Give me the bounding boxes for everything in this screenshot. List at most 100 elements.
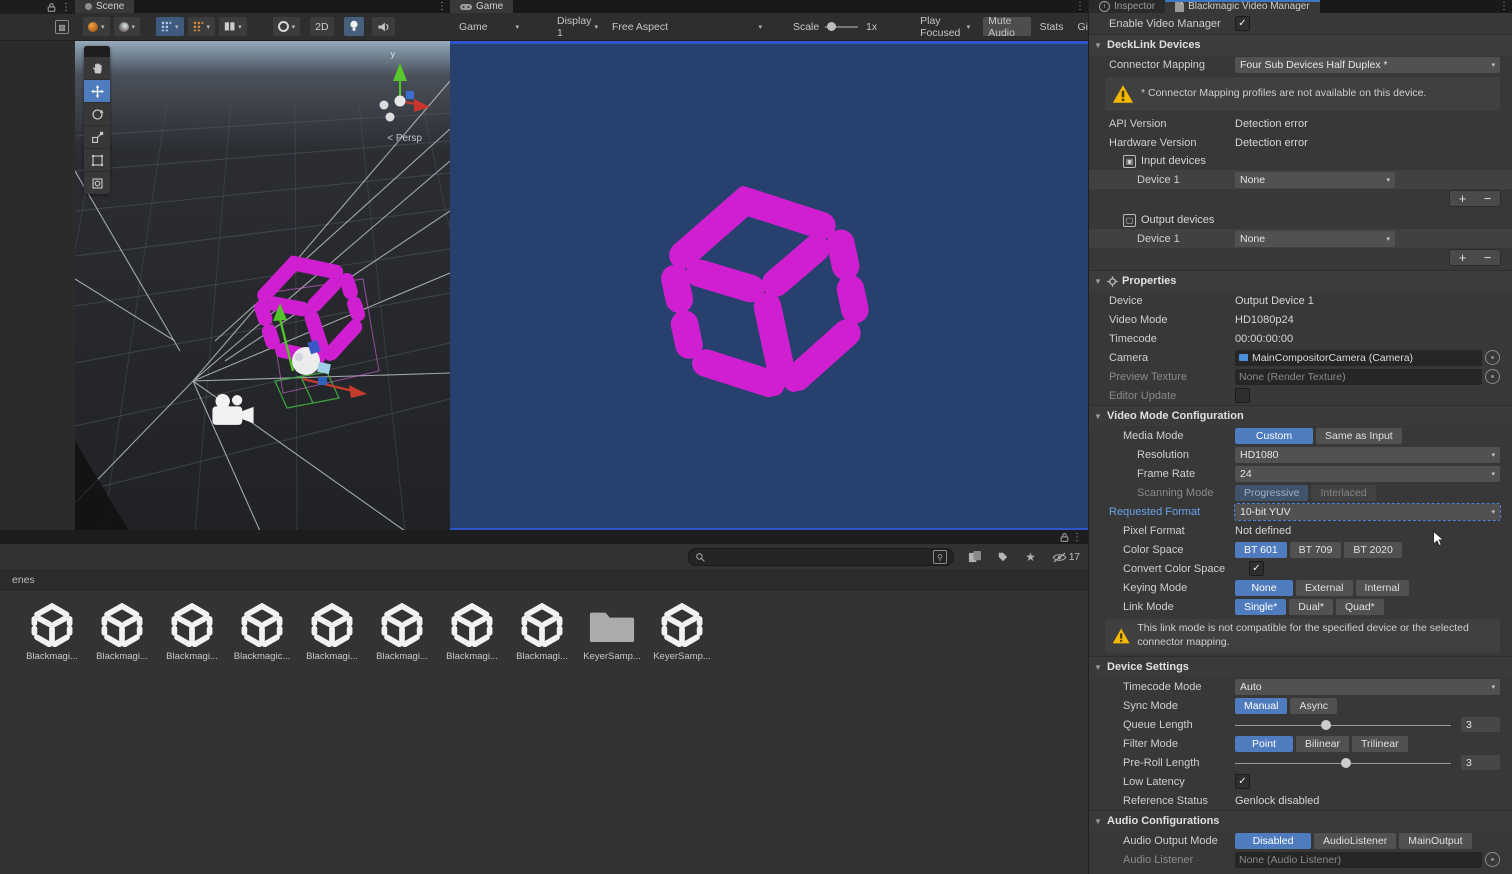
enable-video-manager-checkbox[interactable]: ✓ — [1235, 16, 1250, 31]
project-breadcrumb[interactable]: enes — [0, 571, 1088, 590]
keying-mode-internal-button[interactable]: Internal — [1356, 580, 1409, 596]
remove-output-device-button[interactable]: − — [1475, 250, 1500, 265]
asset-item[interactable]: Blackmagi... — [88, 602, 156, 662]
orientation-gizmo[interactable] — [368, 55, 432, 125]
sync-mode-async-button[interactable]: Async — [1290, 698, 1337, 714]
persp-label[interactable]: < Persp — [387, 133, 422, 144]
hand-tool-button[interactable] — [84, 57, 110, 80]
grid-visibility-button[interactable]: ▾ — [156, 17, 184, 36]
rotate-tool-button[interactable] — [84, 103, 110, 126]
search-by-type-icon[interactable] — [968, 551, 981, 564]
shaded-mode-button[interactable]: ▾ — [83, 17, 110, 36]
color-space-bt601-button[interactable]: BT 601 — [1235, 542, 1287, 558]
search-input[interactable] — [710, 551, 929, 564]
media-mode-same-as-input-button[interactable]: Same as Input — [1316, 428, 1402, 444]
tab-scene[interactable]: Scene — [75, 0, 134, 13]
asset-item[interactable]: Blackmagi... — [508, 602, 576, 662]
package-icon[interactable]: ▩ — [55, 20, 69, 34]
color-space-bt2020-button[interactable]: BT 2020 — [1344, 542, 1402, 558]
low-latency-checkbox[interactable]: ✓ — [1235, 774, 1250, 789]
move-tool-button[interactable] — [84, 80, 110, 103]
resolution-dropdown[interactable]: HD1080 ▾ — [1235, 447, 1500, 463]
audio-output-mainoutput-button[interactable]: MainOutput — [1399, 833, 1471, 849]
link-mode-quad-button[interactable]: Quad* — [1336, 599, 1384, 615]
gizmos-button[interactable]: Gi — [1073, 17, 1089, 36]
requested-format-dropdown[interactable]: 10-bit YUV ▾ — [1235, 504, 1500, 520]
game-viewport[interactable] — [450, 41, 1088, 531]
inspector-kebab-icon[interactable]: ⋮ — [1496, 0, 1512, 13]
filter-mode-point-button[interactable]: Point — [1235, 736, 1293, 752]
kebab-menu-icon[interactable]: ⋮ — [61, 2, 71, 13]
skybox-toggle-button[interactable]: ▾ — [114, 17, 141, 36]
tools-palette-handle[interactable] — [84, 46, 110, 57]
convert-color-space-checkbox[interactable]: ✓ — [1249, 561, 1264, 576]
mute-audio-button[interactable]: Mute Audio — [983, 17, 1030, 36]
output-device-row[interactable]: Device 1 None ▾ — [1089, 229, 1512, 248]
queue-length-slider-knob[interactable] — [1321, 720, 1331, 730]
queue-length-value[interactable]: 3 — [1461, 717, 1500, 732]
remove-input-device-button[interactable]: − — [1475, 191, 1500, 206]
rect-tool-button[interactable] — [84, 149, 110, 172]
input-device-dropdown[interactable]: None ▾ — [1235, 172, 1395, 188]
project-search[interactable]: ⚲ — [688, 548, 954, 566]
transform-tool-button[interactable] — [84, 172, 110, 194]
editor-update-checkbox[interactable]: ✓ — [1235, 388, 1250, 403]
scene-viewport[interactable]: y < Persp — [75, 41, 450, 531]
stats-button[interactable]: Stats — [1035, 17, 1069, 36]
asset-item[interactable]: Blackmagi... — [368, 602, 436, 662]
audio-output-disabled-button[interactable]: Disabled — [1235, 833, 1311, 849]
lock-icon[interactable] — [46, 2, 57, 13]
game-kebab-icon[interactable]: ⋮ — [1072, 0, 1088, 13]
properties-header[interactable]: ▼ Properties — [1089, 270, 1512, 291]
keying-mode-none-button[interactable]: None — [1235, 580, 1293, 596]
preview-texture-field[interactable]: None (Render Texture) — [1235, 369, 1482, 385]
tab-game[interactable]: Game — [450, 0, 513, 13]
queue-length-slider[interactable] — [1235, 717, 1451, 733]
link-mode-dual-button[interactable]: Dual* — [1289, 599, 1333, 615]
play-focused-dropdown[interactable]: Play Focused ▾ — [915, 17, 975, 36]
asset-item[interactable]: Blackmagi... — [158, 602, 226, 662]
camera-gizmo-icon[interactable] — [207, 393, 259, 429]
label-icon[interactable] — [997, 551, 1009, 563]
audio-configurations-header[interactable]: ▼ Audio Configurations — [1089, 810, 1512, 831]
scene-kebab-icon[interactable]: ⋮ — [434, 0, 450, 13]
audio-toggle-button[interactable] — [372, 17, 395, 36]
lock-icon[interactable] — [1059, 532, 1070, 543]
video-mode-config-header[interactable]: ▼ Video Mode Configuration — [1089, 405, 1512, 426]
pre-roll-length-slider-knob[interactable] — [1341, 758, 1351, 768]
connector-mapping-dropdown[interactable]: Four Sub Devices Half Duplex * ▾ — [1235, 57, 1500, 73]
search-in-icon[interactable]: ⚲ — [933, 550, 947, 564]
input-device-row[interactable]: Device 1 None ▾ — [1089, 170, 1512, 189]
pre-roll-length-value[interactable]: 3 — [1461, 755, 1500, 770]
render-mode-button[interactable]: ▾ — [273, 17, 301, 36]
color-space-bt709-button[interactable]: BT 709 — [1290, 542, 1342, 558]
camera-object-field[interactable]: MainCompositorCamera (Camera) — [1235, 350, 1482, 366]
filter-mode-trilinear-button[interactable]: Trilinear — [1352, 736, 1408, 752]
device-settings-header[interactable]: ▼ Device Settings — [1089, 656, 1512, 677]
scale-slider-knob[interactable] — [827, 22, 836, 31]
add-output-device-button[interactable]: + — [1450, 250, 1475, 265]
keying-mode-external-button[interactable]: External — [1296, 580, 1353, 596]
aspect-dropdown[interactable]: Free Aspect ▾ — [607, 17, 767, 36]
media-mode-custom-button[interactable]: Custom — [1235, 428, 1313, 444]
object-picker-icon[interactable] — [1485, 852, 1500, 867]
scale-tool-button[interactable] — [84, 126, 110, 149]
asset-item[interactable]: Blackmagi... — [298, 602, 366, 662]
frame-rate-dropdown[interactable]: 24 ▾ — [1235, 466, 1500, 482]
kebab-menu-icon[interactable]: ⋮ — [1072, 532, 1082, 543]
lighting-toggle-button[interactable] — [344, 17, 364, 36]
asset-item[interactable]: Blackmagi... — [18, 602, 86, 662]
2d-toggle-button[interactable]: 2D — [310, 17, 333, 36]
asset-item[interactable]: Blackmagi... — [438, 602, 506, 662]
output-device-dropdown[interactable]: None ▾ — [1235, 231, 1395, 247]
timecode-mode-dropdown[interactable]: Auto ▾ — [1235, 679, 1500, 695]
audio-listener-field[interactable]: None (Audio Listener) — [1235, 852, 1482, 868]
tool-handle-button[interactable]: ▮▮ ▾ — [219, 17, 247, 36]
pre-roll-length-slider[interactable] — [1235, 755, 1451, 771]
object-picker-icon[interactable] — [1485, 369, 1500, 384]
game-target-dropdown[interactable]: Game ▾ — [454, 17, 524, 36]
link-mode-single-button[interactable]: Single* — [1235, 599, 1286, 615]
asset-item[interactable]: Blackmagic... — [228, 602, 296, 662]
display-dropdown[interactable]: Display 1 ▾ — [552, 17, 603, 36]
decklink-devices-header[interactable]: ▼ DeckLink Devices — [1089, 34, 1512, 55]
